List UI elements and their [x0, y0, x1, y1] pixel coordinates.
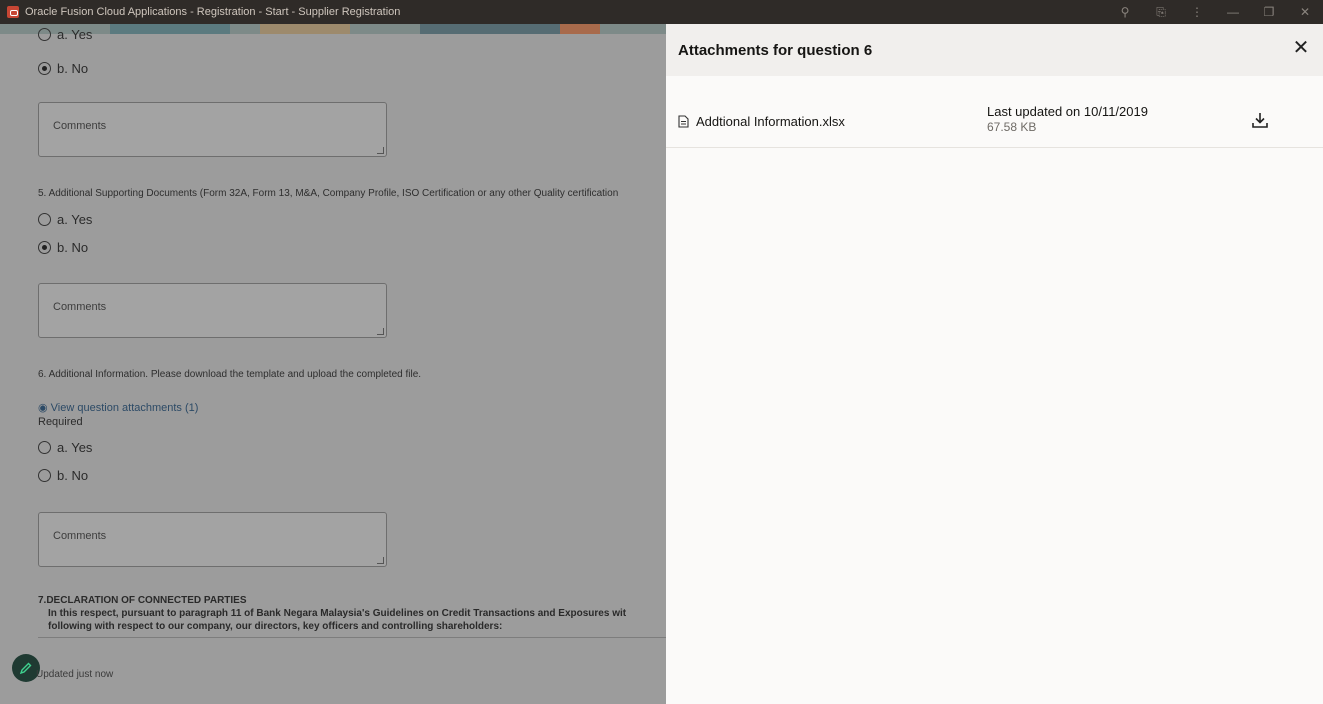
comments-placeholder: Comments: [53, 530, 107, 542]
q6-option-yes[interactable]: a. Yes: [38, 440, 92, 455]
drawer-header: Attachments for question 6 ✕: [666, 24, 1323, 76]
radio-icon[interactable]: [38, 28, 51, 41]
radio-icon[interactable]: [38, 213, 51, 226]
q4-comments-field[interactable]: Comments: [38, 102, 387, 157]
attachment-row: Addtional Information.xlsx Last updated …: [666, 76, 1323, 148]
resize-handle-icon[interactable]: [377, 147, 384, 154]
option-label: a. Yes: [57, 440, 93, 455]
attachments-drawer: Attachments for question 6 ✕ Addtional I…: [666, 24, 1323, 704]
option-label: b. No: [57, 468, 89, 483]
resize-handle-icon[interactable]: [377, 557, 384, 564]
eye-icon: ◉: [38, 402, 48, 414]
q5-text: 5. Additional Supporting Documents (Form…: [38, 188, 619, 199]
q5-option-no[interactable]: b. No: [38, 240, 88, 255]
option-label: a. Yes: [57, 27, 93, 42]
header-banner: [0, 24, 666, 34]
window-titlebar: Oracle Fusion Cloud Applications - Regis…: [0, 0, 1323, 24]
q6-text: 6. Additional Information. Please downlo…: [38, 369, 422, 380]
q7-title: 7.DECLARATION OF CONNECTED PARTIES: [38, 595, 247, 606]
q6-option-no[interactable]: b. No: [38, 468, 88, 483]
pencil-icon: [19, 662, 32, 675]
comments-placeholder: Comments: [53, 301, 107, 313]
option-label: b. No: [57, 61, 89, 76]
option-label: a. Yes: [57, 212, 93, 227]
oracle-app-icon: [7, 6, 19, 18]
q4-option-no[interactable]: b. No: [38, 61, 88, 76]
radio-checked-icon[interactable]: [38, 241, 51, 254]
minimize-icon[interactable]: —: [1215, 5, 1251, 19]
q7-text-line1: In this respect, pursuant to paragraph 1…: [48, 608, 627, 619]
extension-icon[interactable]: ⎘: [1143, 5, 1179, 20]
attachment-last-updated: Last updated on 10/11/2019: [987, 104, 1148, 119]
drawer-title: Attachments for question 6: [678, 42, 873, 59]
q5-comments-field[interactable]: Comments: [38, 283, 387, 338]
window-title: Oracle Fusion Cloud Applications - Regis…: [25, 6, 401, 18]
radio-checked-icon[interactable]: [38, 62, 51, 75]
file-icon: [678, 115, 689, 128]
close-drawer-button[interactable]: ✕: [1291, 38, 1311, 58]
resize-handle-icon[interactable]: [377, 328, 384, 335]
q5-option-yes[interactable]: a. Yes: [38, 212, 92, 227]
close-window-icon[interactable]: ✕: [1287, 5, 1323, 19]
radio-icon[interactable]: [38, 469, 51, 482]
required-label: Required: [38, 416, 83, 428]
attachment-file-size: 67.58 KB: [987, 120, 1037, 134]
save-status: Updated just now: [36, 669, 114, 680]
download-icon[interactable]: [1250, 110, 1270, 130]
restore-icon[interactable]: ❐: [1251, 5, 1287, 19]
q7-text-line2: following with respect to our company, o…: [48, 621, 503, 632]
close-icon[interactable]: ✕: [1293, 38, 1310, 58]
window-controls: ⚲ ⎘ ⋮ — ❐ ✕: [1107, 0, 1323, 24]
radio-icon[interactable]: [38, 441, 51, 454]
search-icon[interactable]: ⚲: [1107, 5, 1143, 19]
comments-placeholder: Comments: [53, 120, 107, 132]
view-attachments-link[interactable]: ◉ View question attachments (1): [38, 401, 198, 414]
divider: [38, 637, 666, 638]
questionnaire-form: a. Yes b. No Comments 5. Additional Supp…: [0, 24, 666, 704]
attachment-file-link[interactable]: Addtional Information.xlsx: [696, 114, 845, 129]
q4-option-yes[interactable]: a. Yes: [38, 27, 92, 42]
option-label: b. No: [57, 240, 89, 255]
more-vertical-icon[interactable]: ⋮: [1179, 5, 1215, 19]
q6-comments-field[interactable]: Comments: [38, 512, 387, 567]
